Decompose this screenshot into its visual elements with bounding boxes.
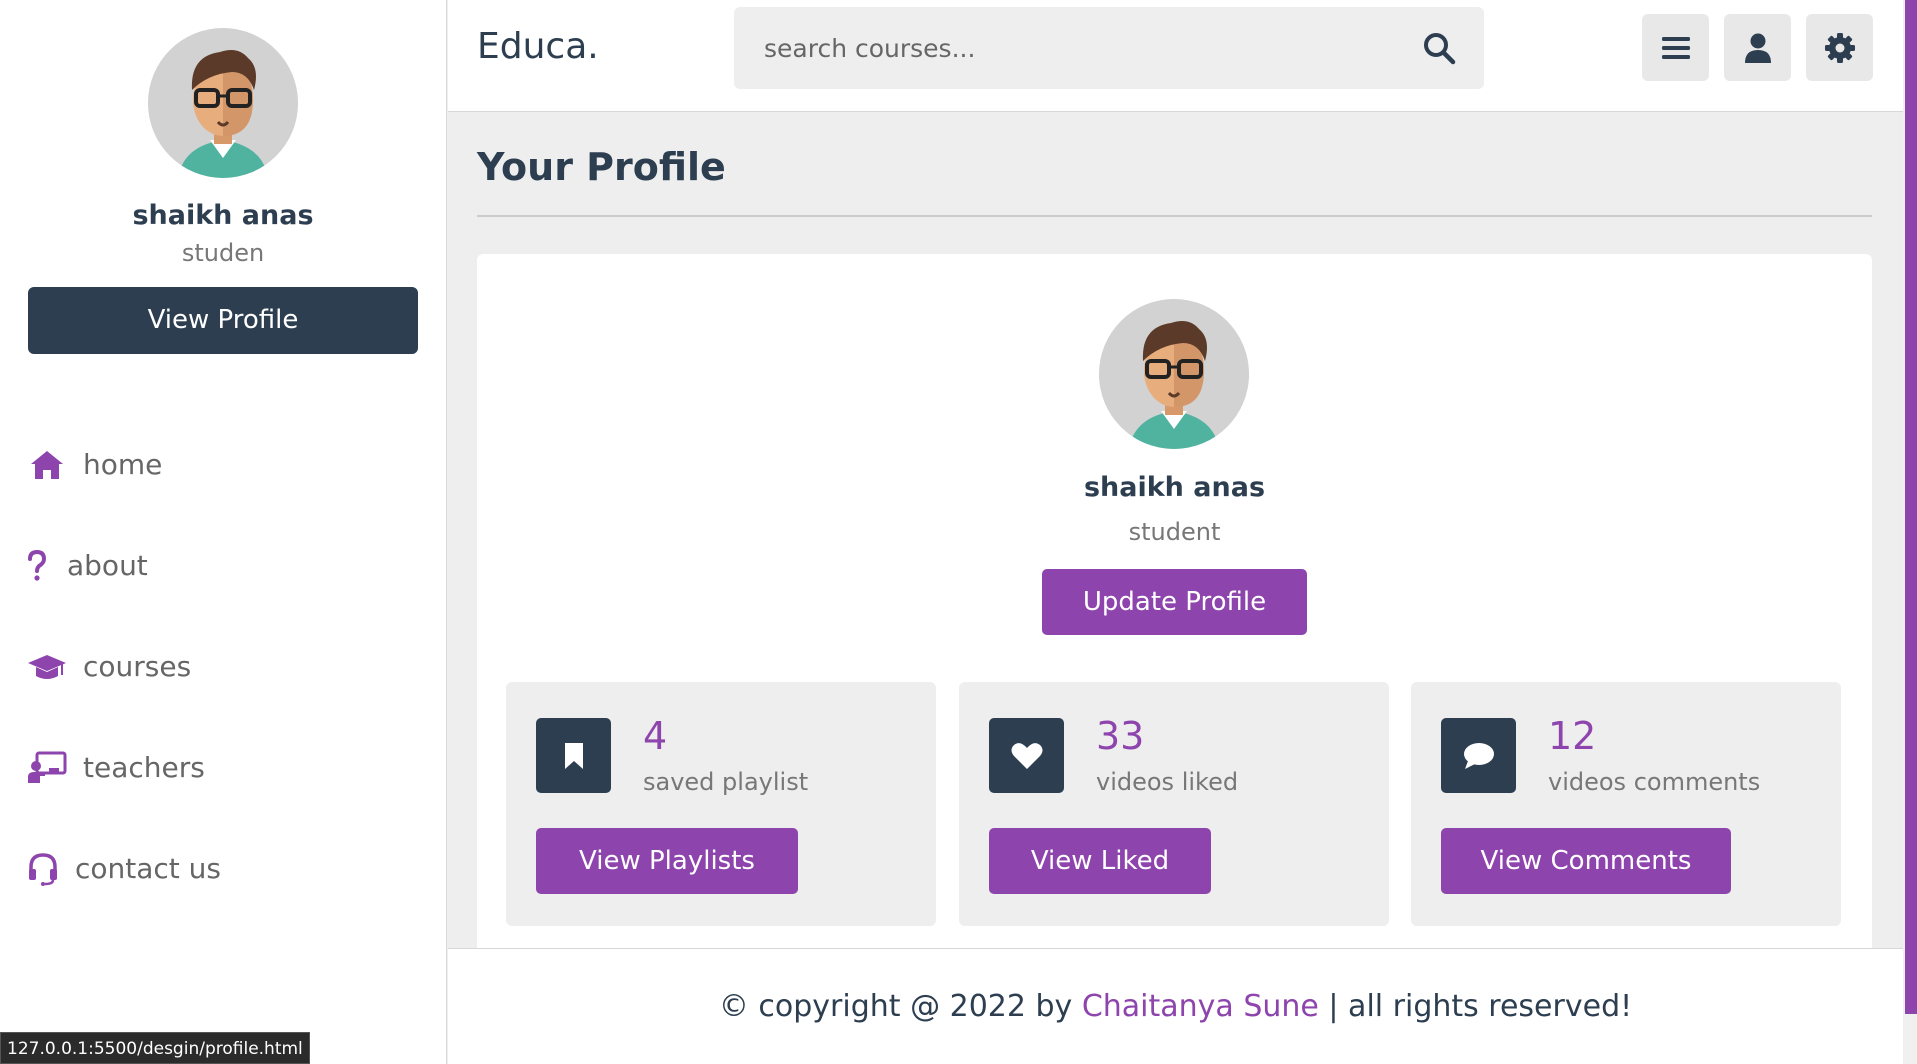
gear-icon <box>1824 32 1855 63</box>
author-link[interactable]: Chaitanya Sune <box>1082 989 1319 1024</box>
avatar <box>148 28 298 178</box>
avatar <box>1099 299 1249 449</box>
status-url: 127.0.0.1:5500/desgin/profile.html <box>0 1032 310 1064</box>
sidebar-item-home[interactable]: home <box>0 414 446 515</box>
copyright-suffix: | all rights reserved! <box>1318 989 1633 1024</box>
footer: © copyright @ 2022 by Chaitanya Sune | a… <box>448 948 1903 1064</box>
view-comments-button[interactable]: View Comments <box>1441 828 1731 894</box>
sidebar-profile: shaikh anas studen View Profile <box>0 0 446 354</box>
menu-icon <box>1661 36 1690 59</box>
header: Educa. <box>448 0 1903 112</box>
view-playlists-button[interactable]: View Playlists <box>536 828 798 894</box>
user-button[interactable] <box>1724 14 1791 81</box>
profile-card: shaikh anas student Update Profile 4 sav… <box>477 254 1872 954</box>
sidebar-item-about[interactable]: about <box>0 515 446 616</box>
headset-icon <box>27 849 59 889</box>
sidebar-item-contact-us[interactable]: contact us <box>0 818 446 919</box>
sidebar-user-name: shaikh anas <box>132 200 314 231</box>
search-input[interactable] <box>764 7 1384 89</box>
sidebar-item-label: home <box>83 448 163 481</box>
stat-number: 33 <box>1096 714 1145 758</box>
sidebar-item-teachers[interactable]: teachers <box>0 717 446 818</box>
copyright-text: © copyright @ 2022 by Chaitanya Sune | a… <box>448 989 1903 1024</box>
view-profile-button[interactable]: View Profile <box>28 287 418 354</box>
stat-label: saved playlist <box>643 768 809 796</box>
view-liked-button[interactable]: View Liked <box>989 828 1211 894</box>
sidebar-item-label: teachers <box>83 751 205 784</box>
sidebar-item-label: courses <box>83 650 192 683</box>
heart-icon <box>989 718 1064 793</box>
search-bar <box>734 7 1484 89</box>
sidebar-nav: home about courses teachers contact us <box>0 414 446 919</box>
sidebar-user-role: studen <box>181 239 265 267</box>
menu-button[interactable] <box>1642 14 1709 81</box>
stat-label: videos liked <box>1096 768 1239 796</box>
logo[interactable]: Educa. <box>477 26 599 67</box>
comment-icon <box>1441 718 1516 793</box>
stat-box-liked: 33 videos liked View Liked <box>959 682 1389 926</box>
stat-box-comments: 12 videos comments View Comments <box>1411 682 1841 926</box>
settings-button[interactable] <box>1806 14 1873 81</box>
main-content: Your Profile shaikh anas student Update … <box>448 113 1903 954</box>
page-title: Your Profile <box>477 145 726 189</box>
stat-number: 4 <box>643 714 668 758</box>
home-icon <box>27 445 67 485</box>
sidebar: shaikh anas studen View Profile home abo… <box>0 0 447 1064</box>
scrollbar-thumb[interactable] <box>1905 0 1917 1014</box>
stat-number: 12 <box>1548 714 1597 758</box>
sidebar-item-courses[interactable]: courses <box>0 616 446 717</box>
profile-name: shaikh anas <box>1083 472 1266 503</box>
bookmark-icon <box>536 718 611 793</box>
update-profile-button[interactable]: Update Profile <box>1042 569 1307 635</box>
search-icon[interactable] <box>1422 31 1456 65</box>
graduation-cap-icon <box>27 647 67 687</box>
sidebar-item-label: about <box>67 549 148 582</box>
stat-box-playlists: 4 saved playlist View Playlists <box>506 682 936 926</box>
profile-role: student <box>1128 518 1221 546</box>
user-icon <box>1744 33 1771 63</box>
sidebar-item-label: contact us <box>75 852 222 885</box>
stat-label: videos comments <box>1548 768 1761 796</box>
chalkboard-teacher-icon <box>27 748 67 788</box>
question-icon <box>27 546 51 586</box>
title-divider <box>477 215 1872 217</box>
copyright-prefix: © copyright @ 2022 by <box>718 989 1082 1024</box>
